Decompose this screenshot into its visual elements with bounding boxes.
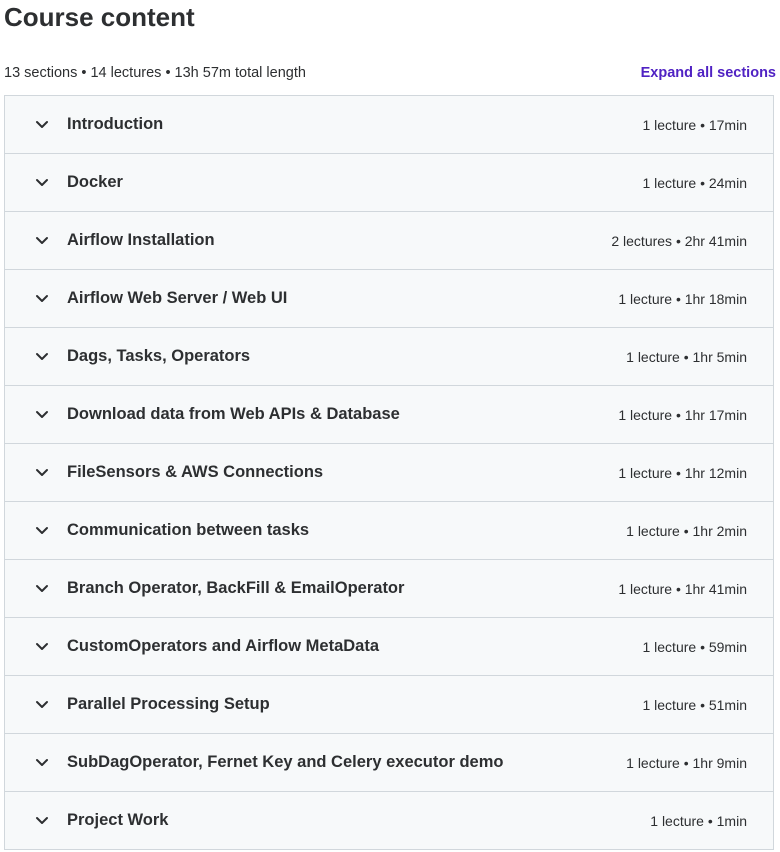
section-meta: 1 lecture • 59min: [642, 638, 747, 655]
section-row[interactable]: Introduction 1 lecture • 17min: [5, 96, 773, 154]
section-title: Docker: [67, 173, 123, 191]
section-title: SubDagOperator, Fernet Key and Celery ex…: [67, 753, 504, 771]
chevron-down-icon: [33, 464, 51, 482]
chevron-down-icon: [33, 116, 51, 134]
section-meta: 2 lectures • 2hr 41min: [611, 232, 747, 249]
section-title: Communication between tasks: [67, 521, 310, 539]
section-meta: 1 lecture • 1hr 18min: [618, 290, 747, 307]
chevron-down-icon: [33, 232, 51, 250]
section-meta: 1 lecture • 1min: [650, 812, 747, 829]
section-row[interactable]: Docker 1 lecture • 24min: [5, 154, 773, 212]
section-row[interactable]: Download data from Web APIs & Database 1…: [5, 386, 773, 444]
section-title: Parallel Processing Setup: [67, 695, 270, 713]
section-title: Branch Operator, BackFill & EmailOperato…: [67, 579, 405, 597]
section-row[interactable]: FileSensors & AWS Connections 1 lecture …: [5, 444, 773, 502]
course-summary-row: 13 sections • 14 lectures • 13h 57m tota…: [4, 62, 776, 84]
section-row[interactable]: Project Work 1 lecture • 1min: [5, 792, 773, 850]
section-title: Dags, Tasks, Operators: [67, 347, 251, 365]
section-title: CustomOperators and Airflow MetaData: [67, 637, 380, 655]
section-title: Introduction: [67, 115, 164, 133]
chevron-down-icon: [33, 174, 51, 192]
chevron-down-icon: [33, 812, 51, 830]
page-title: Course content: [4, 2, 195, 32]
section-meta: 1 lecture • 17min: [642, 116, 747, 133]
section-row[interactable]: Airflow Web Server / Web UI 1 lecture • …: [5, 270, 773, 328]
chevron-down-icon: [33, 696, 51, 714]
section-row[interactable]: SubDagOperator, Fernet Key and Celery ex…: [5, 734, 773, 792]
course-summary: 13 sections • 14 lectures • 13h 57m tota…: [4, 65, 306, 81]
chevron-down-icon: [33, 290, 51, 308]
chevron-down-icon: [33, 638, 51, 656]
section-row[interactable]: Dags, Tasks, Operators 1 lecture • 1hr 5…: [5, 328, 773, 386]
section-meta: 1 lecture • 1hr 12min: [618, 464, 747, 481]
section-row[interactable]: Airflow Installation 2 lectures • 2hr 41…: [5, 212, 773, 270]
chevron-down-icon: [33, 580, 51, 598]
course-sections-list: Introduction 1 lecture • 17min Docker 1 …: [4, 95, 774, 850]
section-meta: 1 lecture • 1hr 17min: [618, 406, 747, 423]
section-title: Download data from Web APIs & Database: [67, 405, 400, 423]
section-row[interactable]: Parallel Processing Setup 1 lecture • 51…: [5, 676, 773, 734]
chevron-down-icon: [33, 348, 51, 366]
section-row[interactable]: Branch Operator, BackFill & EmailOperato…: [5, 560, 773, 618]
section-meta: 1 lecture • 51min: [642, 696, 747, 713]
section-meta: 1 lecture • 1hr 2min: [626, 522, 747, 539]
section-meta: 1 lecture • 24min: [642, 174, 747, 191]
section-title: FileSensors & AWS Connections: [67, 463, 324, 481]
section-meta: 1 lecture • 1hr 9min: [626, 754, 747, 771]
section-meta: 1 lecture • 1hr 41min: [618, 580, 747, 597]
chevron-down-icon: [33, 406, 51, 424]
chevron-down-icon: [33, 754, 51, 772]
section-meta: 1 lecture • 1hr 5min: [626, 348, 747, 365]
section-title: Airflow Installation: [67, 231, 215, 249]
section-row[interactable]: CustomOperators and Airflow MetaData 1 l…: [5, 618, 773, 676]
expand-all-sections-button[interactable]: Expand all sections: [641, 65, 776, 81]
section-title: Airflow Web Server / Web UI: [67, 289, 288, 307]
section-title: Project Work: [67, 811, 169, 829]
section-row[interactable]: Communication between tasks 1 lecture • …: [5, 502, 773, 560]
chevron-down-icon: [33, 522, 51, 540]
